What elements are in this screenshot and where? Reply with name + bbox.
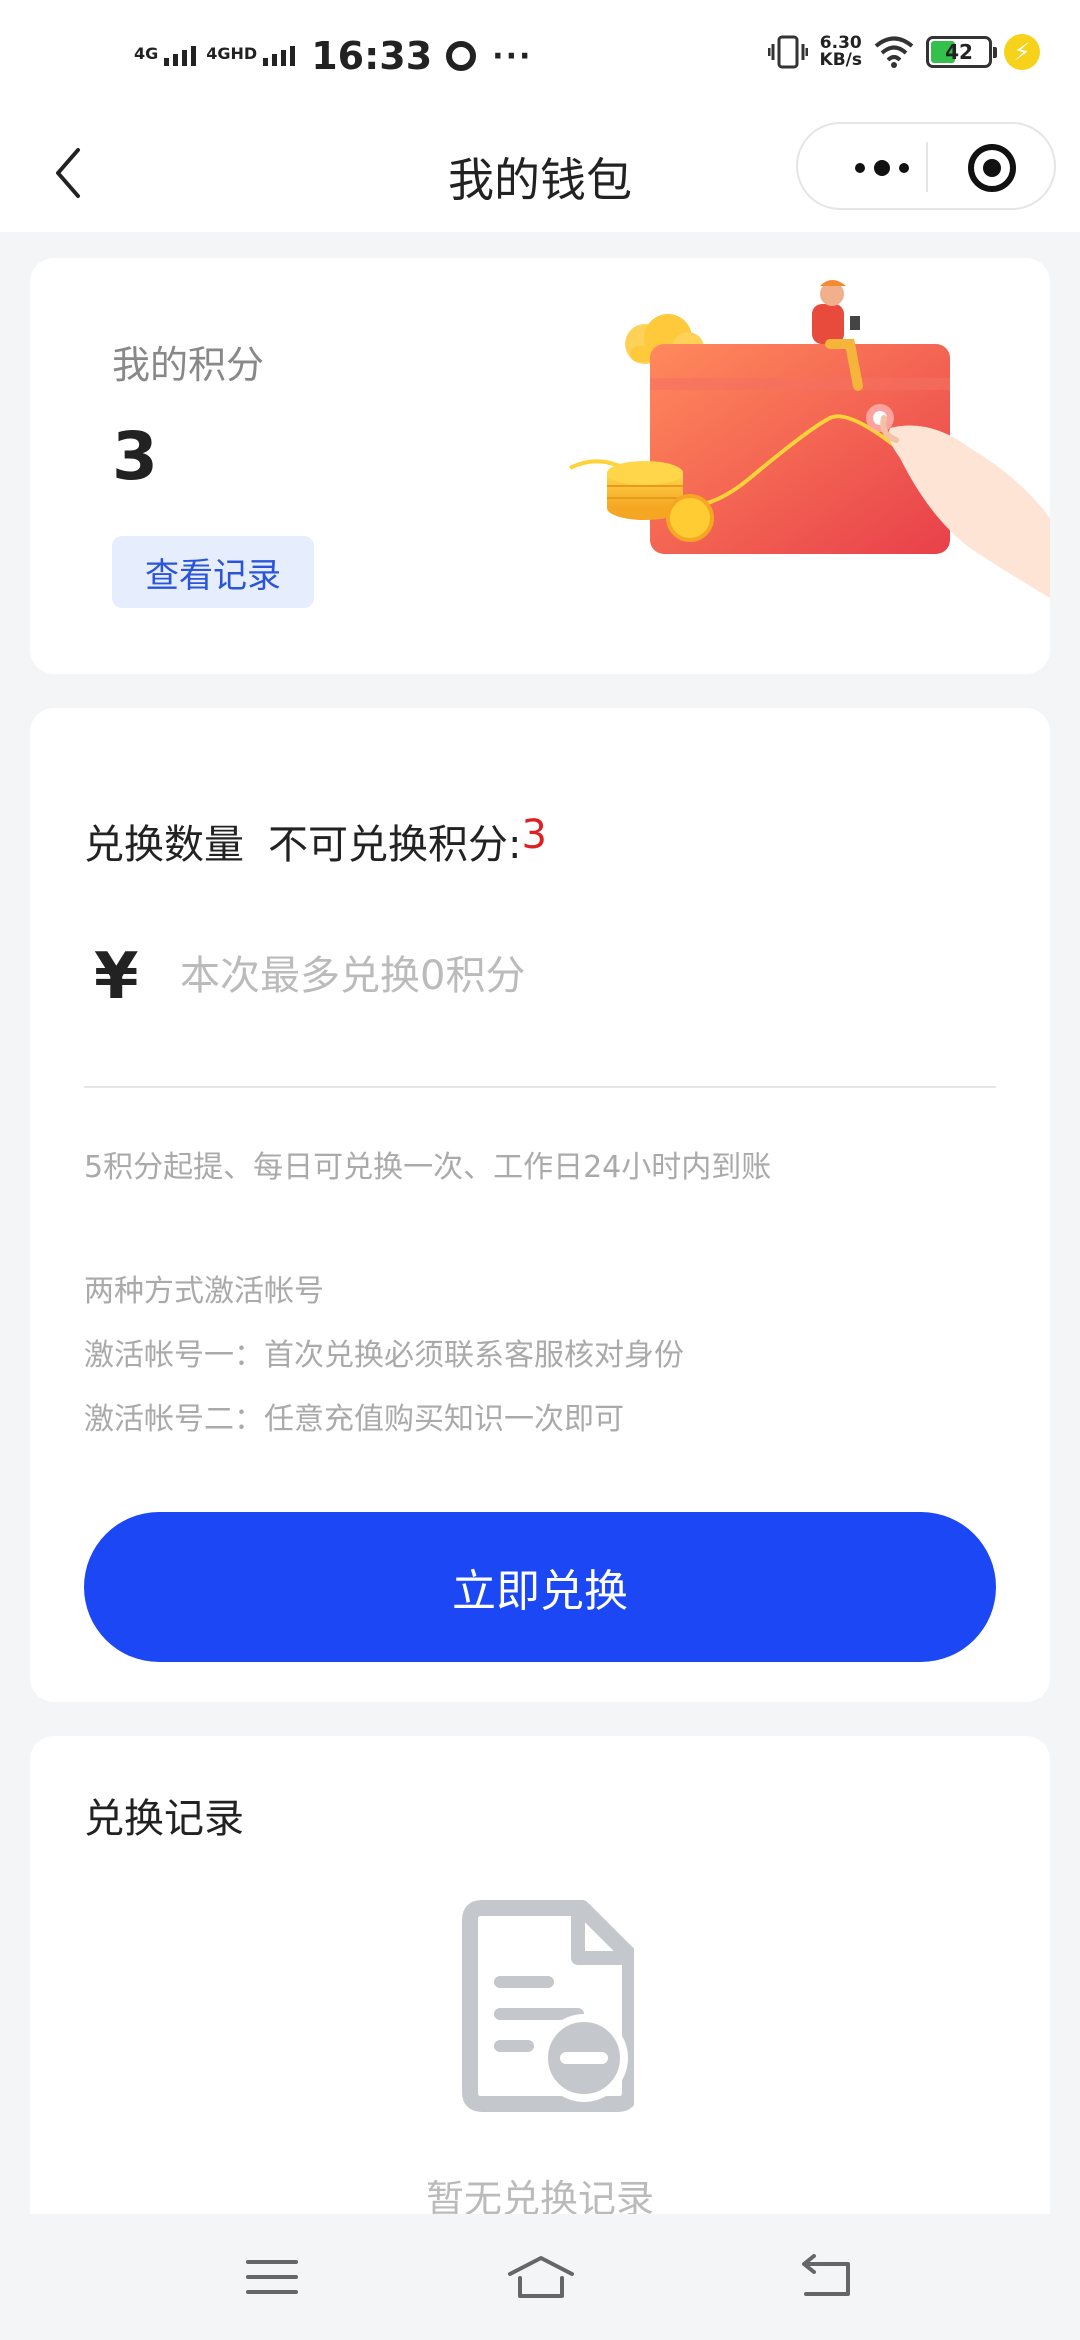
wallet-illustration <box>569 280 1050 598</box>
status-time: 16:33 <box>311 34 433 78</box>
home-icon[interactable] <box>506 2252 576 2302</box>
not-exchangeable-label: 不可兑换积分: <box>268 822 522 868</box>
status-more: ··· <box>492 38 533 74</box>
nav-bar: 我的钱包 <box>0 118 1080 232</box>
records-title: 兑换记录 <box>84 1796 244 1842</box>
view-records-button[interactable]: 查看记录 <box>112 536 314 608</box>
input-divider <box>84 1086 996 1088</box>
q-icon <box>446 41 477 71</box>
target-icon[interactable] <box>968 144 1016 192</box>
signal-icon-2: 4GHD <box>206 44 296 66</box>
exchange-card: 兑换数量 不可兑换积分: 3 ¥ 5积分起提、每日可兑换一次、工作日24小时内到… <box>30 708 1050 1702</box>
battery-level: 42 <box>945 40 973 64</box>
system-nav-bar <box>0 2214 1080 2340</box>
wifi-icon <box>874 36 914 68</box>
activate-method-2: 激活帐号二：任意充值购买知识一次即可 <box>84 1402 624 1437</box>
activate-method-1: 激活帐号一：首次兑换必须联系客服核对身份 <box>84 1338 684 1373</box>
network-speed: 6.30 KB/s <box>820 35 862 69</box>
not-exchangeable-value: 3 <box>521 812 547 858</box>
points-value: 3 <box>112 418 158 495</box>
exchange-amount-input[interactable] <box>180 946 980 1006</box>
exchange-rule-note: 5积分起提、每日可兑换一次、工作日24小时内到账 <box>84 1150 772 1185</box>
battery-icon: 42 <box>926 36 997 68</box>
status-left: 4G 4GHD 16:33 ··· <box>134 34 532 78</box>
points-card: 我的积分 3 查看记录 <box>30 258 1050 674</box>
exchange-now-button[interactable]: 立即兑换 <box>84 1512 996 1662</box>
yen-icon: ¥ <box>94 940 139 1014</box>
empty-document-icon <box>462 1900 634 2112</box>
signal-icon: 4G <box>134 44 197 66</box>
status-right: 6.30 KB/s 42 ⚡ <box>767 34 1040 70</box>
speed-unit: KB/s <box>819 50 862 70</box>
exchange-header: 兑换数量 不可兑换积分: 3 <box>84 812 547 870</box>
mini-program-capsule <box>796 122 1056 210</box>
vibrate-icon <box>767 35 808 69</box>
points-label: 我的积分 <box>112 343 265 387</box>
charging-icon: ⚡ <box>1004 34 1040 70</box>
capsule-divider <box>926 142 928 192</box>
network-type-1: 4G <box>134 44 159 63</box>
more-dots-icon[interactable] <box>832 146 932 190</box>
menu-icon[interactable] <box>242 2252 302 2302</box>
status-bar: 4G 4GHD 16:33 ··· 6.30 KB/s 42 ⚡ <box>0 0 1080 118</box>
activate-title-note: 两种方式激活帐号 <box>84 1274 324 1309</box>
back-icon[interactable] <box>796 2252 856 2302</box>
exchange-quantity-label: 兑换数量 <box>84 822 244 868</box>
network-type-2: 4GHD <box>206 44 258 63</box>
